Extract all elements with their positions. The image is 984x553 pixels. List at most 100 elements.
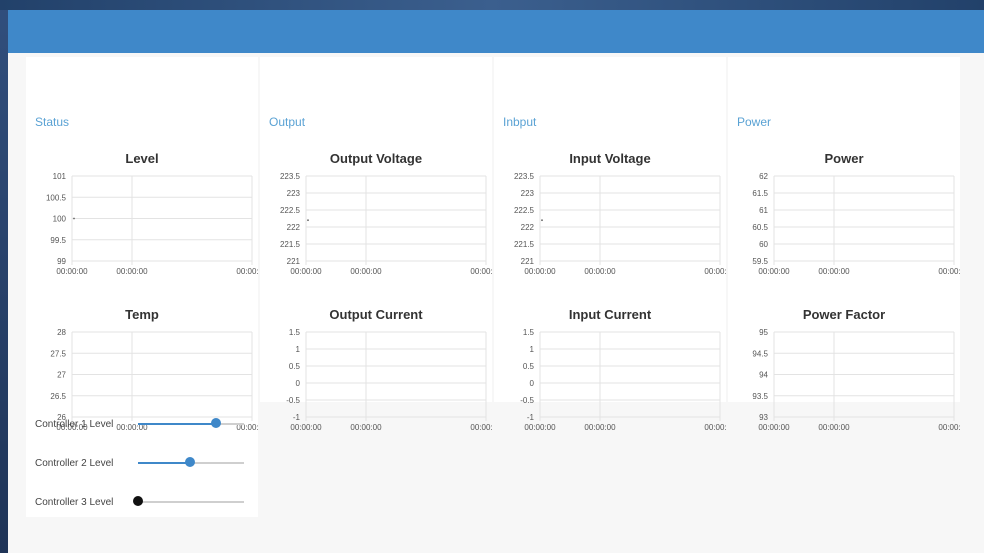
chart-title-power-factor: Power Factor xyxy=(802,307,886,322)
x-tick-label: 00:00:00 xyxy=(818,423,850,432)
y-tick-label: 60.5 xyxy=(752,223,768,232)
y-tick-label: 1.5 xyxy=(523,328,535,337)
slider-label-controller-2: Controller 2 Level xyxy=(35,457,114,469)
chart-title-output-current: Output Current xyxy=(329,307,423,322)
chart-input-current: 1.510.50-0.5-100:00:0000:00:0000:00:00 xyxy=(520,328,726,432)
y-tick-label: 100.5 xyxy=(46,193,67,202)
chart-output-voltage: 223.5223222.5222221.522100:00:00 00:00:00… xyxy=(280,172,492,276)
chart-title-input-voltage: Input Voltage xyxy=(569,151,651,166)
slider-controller-2[interactable] xyxy=(138,457,244,467)
x-tick-label: 00:00:00 xyxy=(524,423,556,432)
y-tick-label: -1 xyxy=(527,413,535,422)
slider-thumb[interactable] xyxy=(184,457,195,467)
x-tick-label: 00:00:00 xyxy=(584,423,616,432)
x-tick-label: 00:00:00 xyxy=(350,423,382,432)
x-tick-label: 00:00:00 xyxy=(818,267,850,276)
x-tick-label: 00:00:00 xyxy=(704,423,726,432)
y-tick-label: 62 xyxy=(759,172,768,181)
y-tick-label: 93 xyxy=(759,413,768,422)
y-tick-label: 221.5 xyxy=(280,240,301,249)
data-point xyxy=(73,217,75,220)
group-title-output: Output xyxy=(269,115,306,129)
y-tick-label: 0.5 xyxy=(289,362,301,371)
card-power: Power Power 62 61.5 61 60.5 60 59.5 00:00:00 00… xyxy=(728,57,960,432)
slider-row-controller-3: Controller 3 Level xyxy=(35,495,244,509)
group-title-input: Inbput xyxy=(503,115,537,129)
background-edge-top xyxy=(0,0,984,10)
y-tick-label: 223.5 xyxy=(280,172,301,181)
x-tick-label: 00:00:00 xyxy=(290,267,322,276)
x-tick-label: 00:00:00 xyxy=(584,267,616,276)
y-tick-label: -0.5 xyxy=(520,396,534,405)
y-tick-label: 61 xyxy=(759,206,768,215)
y-tick-label: 221 xyxy=(521,257,535,266)
slider-row-controller-2: Controller 2 Level xyxy=(35,456,244,470)
slider-label-controller-3: Controller 3 Level xyxy=(35,496,114,508)
y-tick-label: 61.5 xyxy=(752,189,768,198)
group-title-power: Power xyxy=(737,115,772,129)
y-tick-label: 1 xyxy=(530,345,535,354)
y-tick-label: 99 xyxy=(57,257,66,266)
x-tick-label: 00:00:00 xyxy=(704,267,726,276)
x-tick-label: 00:00:00 xyxy=(470,267,492,276)
x-tick-label: 00:00:00 xyxy=(350,267,382,276)
group-title-status: Status xyxy=(35,115,70,129)
top-bar xyxy=(8,10,984,53)
slider-row-controller-1: Controller 1 Level xyxy=(35,417,244,431)
x-tick-label: 00:00:00 xyxy=(56,267,88,276)
y-tick-label: 27.5 xyxy=(50,349,66,358)
y-tick-label: 0.5 xyxy=(523,362,535,371)
chart-power-factor: 9594.59493.59300:00:0000:00:0000:00:00 xyxy=(752,328,960,432)
x-tick-label: 00:00:00 xyxy=(236,267,258,276)
y-tick-label: 59.5 xyxy=(752,257,768,266)
y-tick-label: -0.5 xyxy=(286,396,300,405)
y-tick-label: 28 xyxy=(57,328,66,337)
y-tick-label: 60 xyxy=(759,240,768,249)
slider-fill xyxy=(138,462,190,464)
slider-label-controller-1: Controller 1 Level xyxy=(35,418,114,430)
y-tick-label: 222.5 xyxy=(514,206,535,215)
x-tick-label: 00:00:00 xyxy=(938,423,960,432)
x-tick-label: 00:00:00 xyxy=(524,267,556,276)
chart-level: 101100.510099.59900:00:0000:00:0000:00:0… xyxy=(46,172,258,276)
y-tick-label: 223 xyxy=(287,189,301,198)
y-tick-label: 222.5 xyxy=(280,206,301,215)
y-tick-label: 99.5 xyxy=(50,236,66,245)
slider-thumb[interactable] xyxy=(211,418,222,428)
y-tick-label: 221 xyxy=(287,257,301,266)
chart-title-level: Level xyxy=(125,151,159,166)
x-tick-label: 00:00:00 xyxy=(758,423,790,432)
x-tick-label: 00:00:00 xyxy=(116,267,148,276)
y-tick-label: 94 xyxy=(759,371,768,380)
y-tick-label: 94.5 xyxy=(752,349,768,358)
chart-power: 6261.56160.56059.500:00:0000:00:0000:00:… xyxy=(752,172,960,276)
y-tick-label: 221.5 xyxy=(514,240,535,249)
chart-output-current: 1.510.50-0.5-100:00:0000:00:0000:00:00 xyxy=(286,328,492,432)
x-tick-label: 00:00:00 xyxy=(758,267,790,276)
y-tick-label: 101 xyxy=(53,172,67,181)
slider-fill xyxy=(138,423,217,425)
slider-controller-3[interactable] xyxy=(133,496,244,506)
card-status: Status Level 101 100.5 100 99.5 99 00:00:00 00… xyxy=(26,57,258,517)
card-input: Inbput Input Voltage 223.5 223 222.5 222 221… xyxy=(494,57,726,432)
chart-title-output-voltage: Output Voltage xyxy=(329,151,423,166)
chart-input-voltage: 223.5223222.5222221.522100:00:00 00:00:00… xyxy=(514,172,726,276)
slider-controller-1[interactable] xyxy=(138,418,244,428)
card-output: Output Output Voltage 223.5 223 222.5 222 22… xyxy=(260,57,492,432)
y-tick-label: 27 xyxy=(57,371,66,380)
y-tick-label: 26.5 xyxy=(50,392,66,401)
chart-title-power: Power xyxy=(824,151,864,166)
x-tick-label: 00:00:00 xyxy=(938,267,960,276)
dashboard-app: Status Level 101 100.5 100 99.5 99 00:00:00 00… xyxy=(8,10,984,553)
slider-thumb[interactable] xyxy=(133,496,143,506)
y-tick-label: 222 xyxy=(521,223,535,232)
y-tick-label: 1 xyxy=(296,345,301,354)
x-tick-label: 00:00:00 xyxy=(470,423,492,432)
y-tick-label: -1 xyxy=(293,413,301,422)
y-tick-label: 100 xyxy=(53,215,67,224)
y-tick-label: 223 xyxy=(521,189,535,198)
chart-title-temp: Temp xyxy=(125,307,159,322)
data-point xyxy=(307,219,309,222)
y-tick-label: 93.5 xyxy=(752,392,768,401)
x-tick-label: 00:00:00 xyxy=(290,423,322,432)
